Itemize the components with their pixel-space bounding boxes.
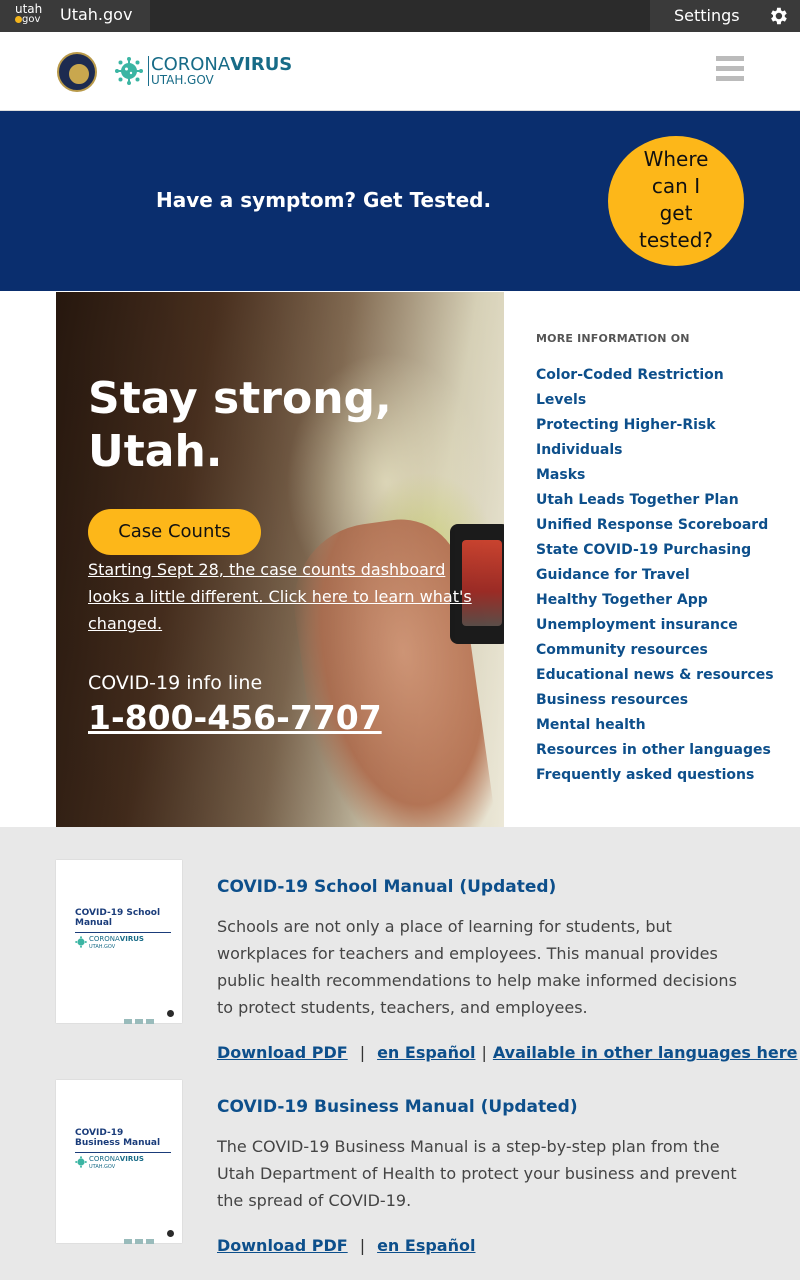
- cover-brand-bold: VIRUS: [119, 1155, 144, 1163]
- utah-gov-mark-bottom: gov: [22, 14, 41, 25]
- utah-gov-mark-dot: [15, 16, 22, 23]
- business-manual-title[interactable]: COVID-19 Business Manual (Updated): [217, 1097, 578, 1117]
- hero-panel: Stay strong, Utah. Case Counts Starting …: [56, 292, 504, 827]
- cover-title: COVID-19 School Manual: [75, 908, 161, 928]
- more-info-link[interactable]: Guidance for Travel: [536, 563, 776, 588]
- link-separator: |: [359, 1043, 366, 1062]
- where-to-get-tested-button[interactable]: Where can I get tested?: [608, 136, 744, 266]
- menu-icon[interactable]: [716, 56, 744, 82]
- utah-gov-title[interactable]: Utah.gov: [60, 5, 132, 24]
- info-line-phone-link[interactable]: 1-800-456-7707: [88, 698, 382, 737]
- cover-brand-sub: UTAH.GOV: [89, 1164, 116, 1170]
- site-header: CORONAVIRUS UTAH.GOV: [0, 32, 800, 111]
- more-info-link[interactable]: Community resources: [536, 638, 776, 663]
- more-info-link[interactable]: Frequently asked questions: [536, 763, 776, 788]
- virus-icon[interactable]: [114, 56, 144, 86]
- utah-gov-bar: utah gov Utah.gov Settings: [0, 0, 800, 32]
- more-info-link[interactable]: Educational news & resources: [536, 663, 776, 688]
- virus-icon: [75, 1156, 87, 1168]
- download-pdf-link[interactable]: Download PDF: [217, 1043, 348, 1062]
- cover-brand: CORONAVIRUS UTAH.GOV: [89, 936, 144, 951]
- settings-label: Settings: [674, 6, 740, 25]
- test-button-line: tested?: [638, 228, 714, 252]
- more-info-link[interactable]: Resources in other languages: [536, 738, 776, 763]
- more-info-link[interactable]: Utah Leads Together Plan: [536, 488, 776, 513]
- school-manual-description: Schools are not only a place of learning…: [217, 917, 737, 1017]
- school-manual-links: Download PDF | en Español | Available in oth…: [217, 1043, 798, 1062]
- more-info-link[interactable]: State COVID-19 Purchasing: [536, 538, 776, 563]
- test-button-line: can I: [651, 174, 701, 198]
- school-manual-title[interactable]: COVID-19 School Manual (Updated): [217, 877, 556, 897]
- brand-subtitle: UTAH.GOV: [151, 73, 214, 87]
- download-pdf-link[interactable]: Download PDF: [217, 1236, 348, 1255]
- utah-gov-logo[interactable]: utah gov Utah.gov: [0, 0, 150, 32]
- testing-banner: Have a symptom? Get Tested. Where can I …: [0, 111, 800, 291]
- cover-seal-icon: [167, 1010, 174, 1017]
- testing-banner-text: Have a symptom? Get Tested.: [156, 188, 492, 212]
- other-languages-link[interactable]: Available in other languages here: [493, 1043, 798, 1062]
- spanish-link[interactable]: en Español: [377, 1236, 475, 1255]
- more-info-link[interactable]: Mental health: [536, 713, 776, 738]
- cover-rule: [75, 1152, 171, 1153]
- more-info-list: Color-Coded Restriction Levels Protectin…: [536, 363, 776, 788]
- cover-brand-sub: UTAH.GOV: [89, 944, 116, 950]
- hero-title: Stay strong, Utah.: [88, 373, 392, 477]
- cover-title: COVID-19 Business Manual: [75, 1128, 161, 1148]
- case-counts-button[interactable]: Case Counts: [88, 509, 261, 555]
- more-info-link[interactable]: Business resources: [536, 688, 776, 713]
- case-counts-note-link[interactable]: Starting Sept 28, the case counts dashbo…: [88, 556, 473, 637]
- business-manual-description: The COVID-19 Business Manual is a step-b…: [217, 1137, 737, 1210]
- link-separator: |: [359, 1236, 366, 1255]
- cover-brand-bold: VIRUS: [119, 935, 144, 943]
- school-manual-cover[interactable]: COVID-19 School Manual CORONAVIRUS UTAH.G…: [56, 860, 182, 1024]
- settings-button[interactable]: Settings: [650, 0, 800, 32]
- more-info-link[interactable]: Healthy Together App: [536, 588, 776, 613]
- more-info-heading: MORE INFORMATION ON: [536, 332, 690, 345]
- cover-rule: [75, 932, 171, 933]
- more-info-link[interactable]: Unified Response Scoreboard: [536, 513, 776, 538]
- business-manual-cover[interactable]: COVID-19 Business Manual CORONAVIRUS UTAH…: [56, 1080, 182, 1244]
- link-separator: |: [481, 1043, 487, 1062]
- cover-seal-icon: [167, 1230, 174, 1237]
- gear-icon[interactable]: [767, 5, 789, 27]
- cover-brand-light: CORONA: [89, 1155, 120, 1163]
- utah-gov-mark-icon: utah gov: [0, 0, 42, 32]
- brand-name[interactable]: CORONAVIRUS: [151, 54, 292, 75]
- business-manual-links: Download PDF | en Español: [217, 1236, 475, 1255]
- info-line-label: COVID-19 info line: [88, 672, 263, 694]
- virus-icon: [75, 936, 87, 948]
- more-info-link[interactable]: Protecting Higher-Risk Individuals: [536, 413, 776, 463]
- test-button-line: get: [659, 201, 693, 225]
- brand-name-bold: VIRUS: [230, 54, 293, 75]
- brand-divider: [148, 56, 149, 86]
- spanish-link[interactable]: en Español: [377, 1043, 475, 1062]
- more-info-panel: MORE INFORMATION ON Color-Coded Restrict…: [536, 332, 776, 788]
- brand-name-light: CORONA: [151, 54, 231, 75]
- cover-brand: CORONAVIRUS UTAH.GOV: [89, 1156, 144, 1171]
- more-info-link[interactable]: Masks: [536, 463, 776, 488]
- more-info-link[interactable]: Color-Coded Restriction Levels: [536, 363, 776, 413]
- test-button-line: Where: [643, 147, 709, 171]
- manuals-section: COVID-19 School Manual CORONAVIRUS UTAH.G…: [0, 827, 800, 1280]
- more-info-link[interactable]: Unemployment insurance: [536, 613, 776, 638]
- state-seal-icon[interactable]: [57, 52, 97, 92]
- cover-brand-light: CORONA: [89, 935, 120, 943]
